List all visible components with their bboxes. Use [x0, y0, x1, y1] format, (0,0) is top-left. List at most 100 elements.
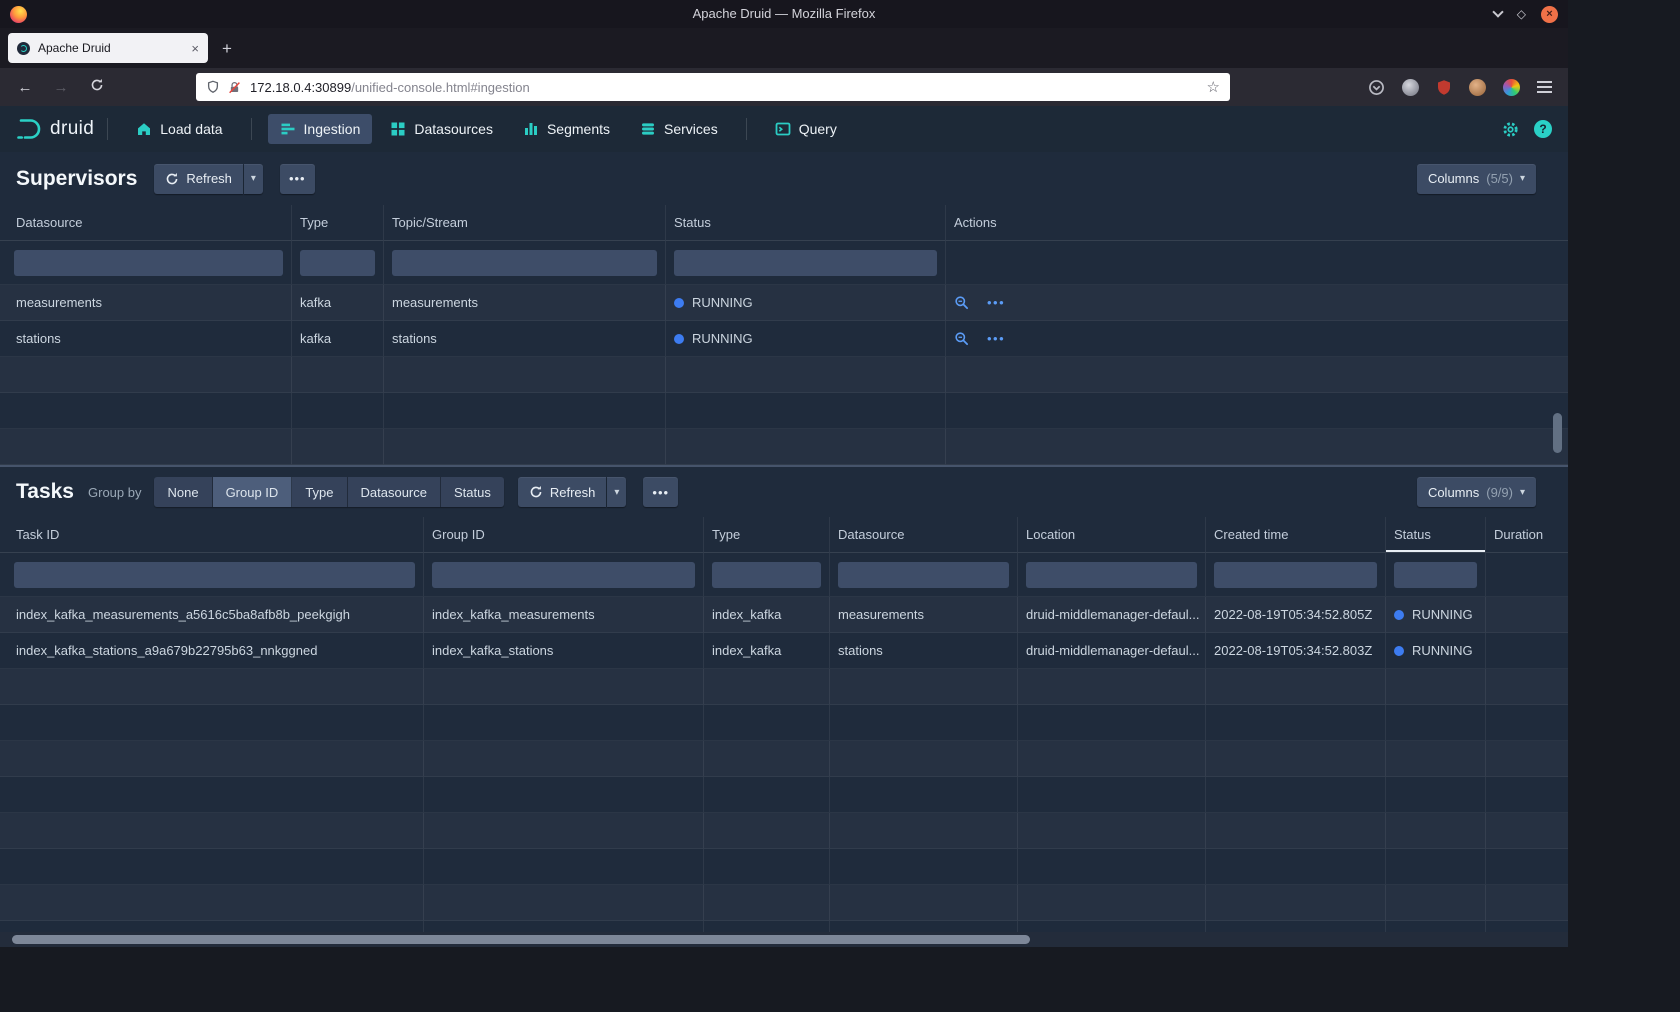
- supervisor-row[interactable]: stations kafka stations RUNNING •••: [0, 321, 1568, 357]
- maximize-diamond-icon[interactable]: ◇: [1517, 8, 1526, 20]
- console-icon: [775, 121, 791, 137]
- columns-dropdown-button[interactable]: Columns (9/9) ▾: [1417, 477, 1536, 507]
- group-by-datasource-button[interactable]: Datasource: [348, 477, 441, 507]
- insecure-lock-icon[interactable]: [228, 81, 241, 94]
- reload-button[interactable]: [84, 78, 110, 96]
- group-by-status-button[interactable]: Status: [441, 477, 504, 507]
- more-actions-button[interactable]: •••: [643, 477, 678, 507]
- druid-header: druid Load data Ingestion Da: [0, 106, 1568, 152]
- table-cell: 2022-08-19T05:34:52.803Z: [1206, 633, 1386, 669]
- status-badge: RUNNING: [1412, 607, 1473, 622]
- column-header[interactable]: Topic/Stream: [384, 205, 666, 241]
- status-cell: RUNNING: [1386, 633, 1486, 669]
- group-by-group-id-button[interactable]: Group ID: [213, 477, 293, 507]
- column-header[interactable]: Type: [292, 205, 384, 241]
- url-text[interactable]: 172.18.0.4:30899/unified-console.html#in…: [250, 80, 530, 95]
- window-title: Apache Druid — Mozilla Firefox: [0, 0, 1568, 28]
- column-header[interactable]: Actions: [946, 205, 1568, 241]
- column-header[interactable]: Datasource: [0, 205, 292, 241]
- location-filter-input[interactable]: [1026, 562, 1197, 588]
- gear-icon[interactable]: [1502, 121, 1519, 138]
- minimize-chevron-icon[interactable]: [1492, 6, 1503, 17]
- magnify-icon[interactable]: [954, 331, 969, 346]
- extension-icon[interactable]: [1503, 79, 1520, 96]
- horizontal-scrollbar-thumb[interactable]: [12, 935, 1030, 944]
- column-header[interactable]: Group ID: [424, 517, 704, 553]
- task-row[interactable]: index_kafka_stations_a9a679b22795b63_nnk…: [0, 633, 1568, 669]
- vertical-scrollbar-thumb[interactable]: [1553, 413, 1562, 453]
- more-actions-button[interactable]: •••: [280, 164, 315, 194]
- empty-table-row: [0, 669, 1568, 705]
- druid-logo[interactable]: druid: [0, 117, 94, 141]
- status-filter-input[interactable]: [1394, 562, 1477, 588]
- table-cell: measurements: [0, 285, 292, 321]
- group-by-none-button[interactable]: None: [154, 477, 212, 507]
- row-more-icon[interactable]: •••: [987, 295, 1005, 310]
- supervisors-filter-row: [0, 241, 1568, 285]
- horizontal-scrollbar[interactable]: [0, 932, 1568, 947]
- empty-table-row: [0, 357, 1568, 393]
- table-cell: 2022-08-19T05:34:52.805Z: [1206, 597, 1386, 633]
- group-id-filter-input[interactable]: [432, 562, 695, 588]
- tab-apache-druid[interactable]: Apache Druid ×: [8, 33, 208, 63]
- type-filter-input[interactable]: [300, 250, 375, 276]
- nav-item-segments[interactable]: Segments: [511, 114, 622, 144]
- nav-item-load-data[interactable]: Load data: [124, 114, 234, 144]
- refresh-dropdown-button[interactable]: ▾: [607, 477, 626, 507]
- nav-item-ingestion[interactable]: Ingestion: [268, 114, 373, 144]
- bookmark-star-icon[interactable]: ☆: [1207, 78, 1220, 96]
- help-icon[interactable]: ?: [1534, 120, 1552, 138]
- status-filter-input[interactable]: [674, 250, 937, 276]
- nav-item-datasources[interactable]: Datasources: [378, 114, 505, 144]
- datasource-filter-input[interactable]: [838, 562, 1009, 588]
- nav-buttons: ← →: [0, 78, 196, 96]
- empty-table-row: [0, 885, 1568, 921]
- column-header[interactable]: Type: [704, 517, 830, 553]
- created-time-filter-input[interactable]: [1214, 562, 1377, 588]
- datasource-filter-input[interactable]: [14, 250, 283, 276]
- refresh-button[interactable]: Refresh: [154, 164, 243, 194]
- task-id-filter-input[interactable]: [14, 562, 415, 588]
- column-header-sorted[interactable]: Status: [1386, 517, 1486, 553]
- empty-table-row: [0, 777, 1568, 813]
- nav-item-label: Segments: [547, 121, 610, 137]
- back-button[interactable]: ←: [12, 79, 38, 96]
- column-header[interactable]: Status: [666, 205, 946, 241]
- supervisors-title: Supervisors: [16, 167, 137, 191]
- ublock-origin-icon[interactable]: [1436, 79, 1452, 96]
- caret-down-icon: ▾: [1520, 173, 1525, 184]
- refresh-dropdown-button[interactable]: ▾: [244, 164, 263, 194]
- type-filter-input[interactable]: [712, 562, 821, 588]
- status-cell: RUNNING: [1386, 597, 1486, 633]
- pocket-icon[interactable]: [1368, 79, 1385, 96]
- menu-icon[interactable]: [1537, 86, 1552, 88]
- extension-icon[interactable]: [1469, 79, 1486, 96]
- supervisor-row[interactable]: measurements kafka measurements RUNNING …: [0, 285, 1568, 321]
- columns-dropdown-button[interactable]: Columns (5/5) ▾: [1417, 164, 1536, 194]
- tab-title: Apache Druid: [38, 41, 111, 55]
- divider: [251, 118, 252, 140]
- forward-button[interactable]: →: [48, 79, 74, 96]
- magnify-icon[interactable]: [954, 295, 969, 310]
- column-header[interactable]: Location: [1018, 517, 1206, 553]
- status-cell: RUNNING: [666, 321, 946, 357]
- url-bar[interactable]: 172.18.0.4:30899/unified-console.html#in…: [196, 73, 1230, 101]
- column-header[interactable]: Task ID: [0, 517, 424, 553]
- topic-filter-input[interactable]: [392, 250, 657, 276]
- nav-item-services[interactable]: Services: [628, 114, 730, 144]
- new-tab-button[interactable]: +: [222, 40, 232, 57]
- window-close-button[interactable]: ×: [1541, 6, 1558, 23]
- status-dot: [674, 334, 684, 344]
- column-header[interactable]: Created time: [1206, 517, 1386, 553]
- column-header[interactable]: Datasource: [830, 517, 1018, 553]
- column-header[interactable]: Duration: [1486, 517, 1568, 553]
- extension-icon[interactable]: [1402, 79, 1419, 96]
- shield-icon[interactable]: [206, 80, 220, 94]
- row-more-icon[interactable]: •••: [987, 331, 1005, 346]
- refresh-button[interactable]: Refresh: [518, 477, 607, 507]
- header-actions: ?: [1502, 120, 1568, 138]
- tab-close-icon[interactable]: ×: [191, 41, 199, 56]
- task-row[interactable]: index_kafka_measurements_a5616c5ba8afb8b…: [0, 597, 1568, 633]
- group-by-type-button[interactable]: Type: [292, 477, 347, 507]
- nav-item-query[interactable]: Query: [763, 114, 849, 144]
